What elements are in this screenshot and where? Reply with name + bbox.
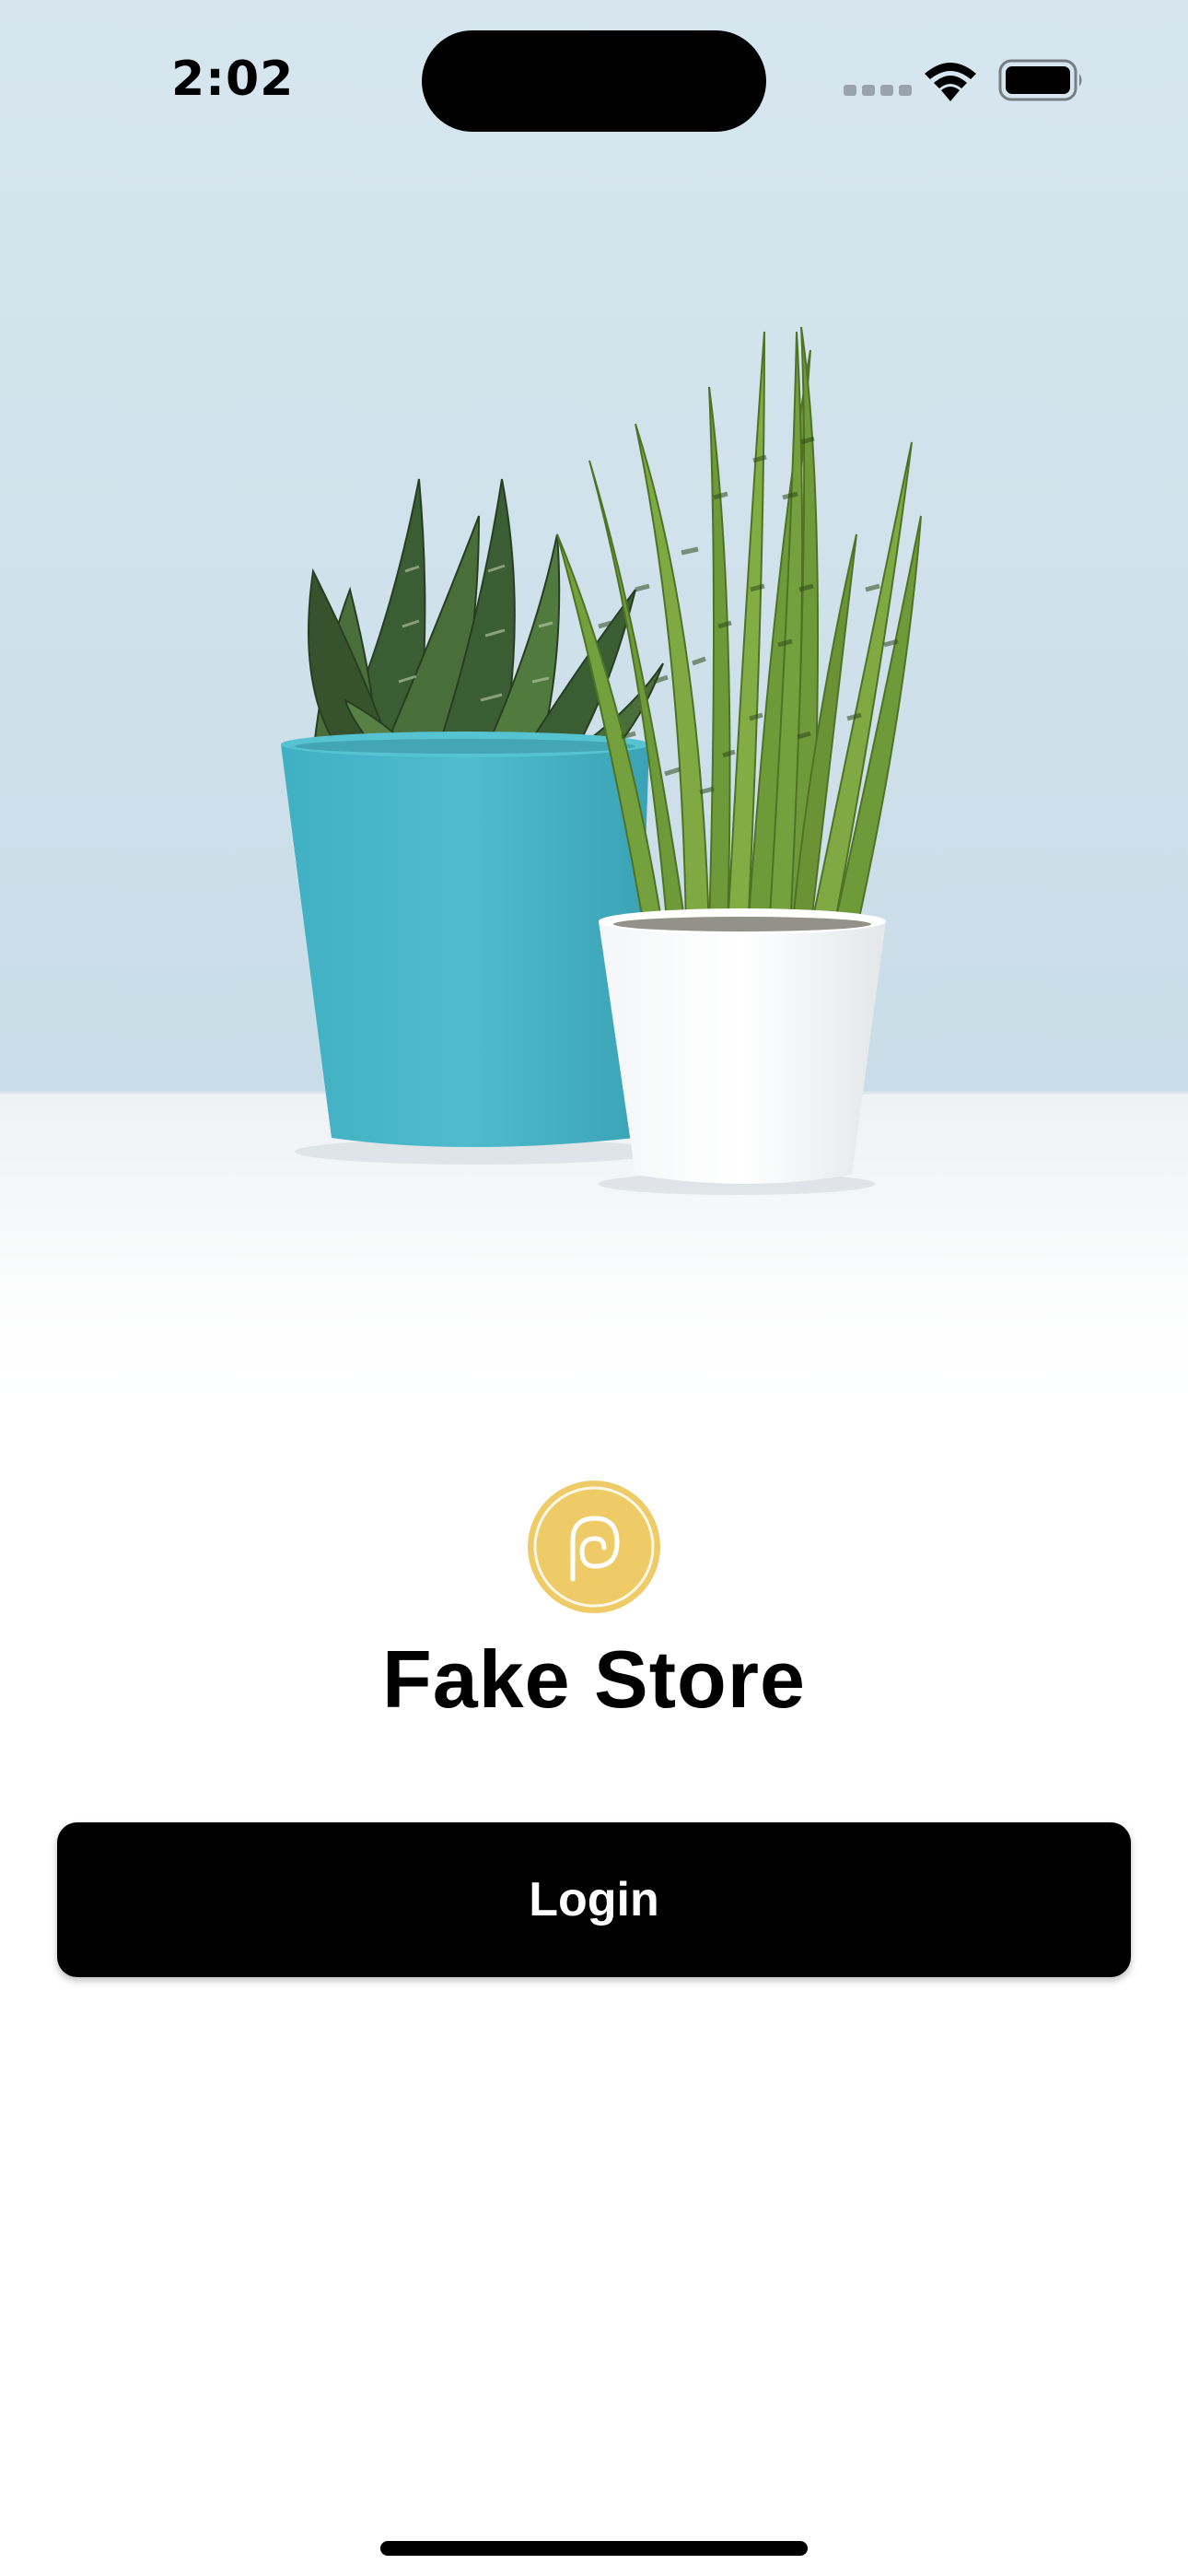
status-time: 2:02 — [171, 52, 295, 107]
wifi-icon — [921, 57, 980, 107]
home-indicator[interactable] — [380, 2541, 808, 2556]
dynamic-island — [422, 30, 766, 132]
login-button[interactable]: Login — [57, 1822, 1131, 1977]
cellular-signal-icon — [844, 85, 912, 96]
status-bar: 2:02 — [0, 0, 1188, 161]
login-screen: 2:02 Fake Store Login — [0, 0, 1188, 2576]
brand-name: Fake Store — [382, 1633, 806, 1725]
hero-plant-image — [0, 0, 1188, 1437]
brand-logo-icon — [525, 1478, 663, 1616]
battery-icon — [998, 59, 1085, 105]
